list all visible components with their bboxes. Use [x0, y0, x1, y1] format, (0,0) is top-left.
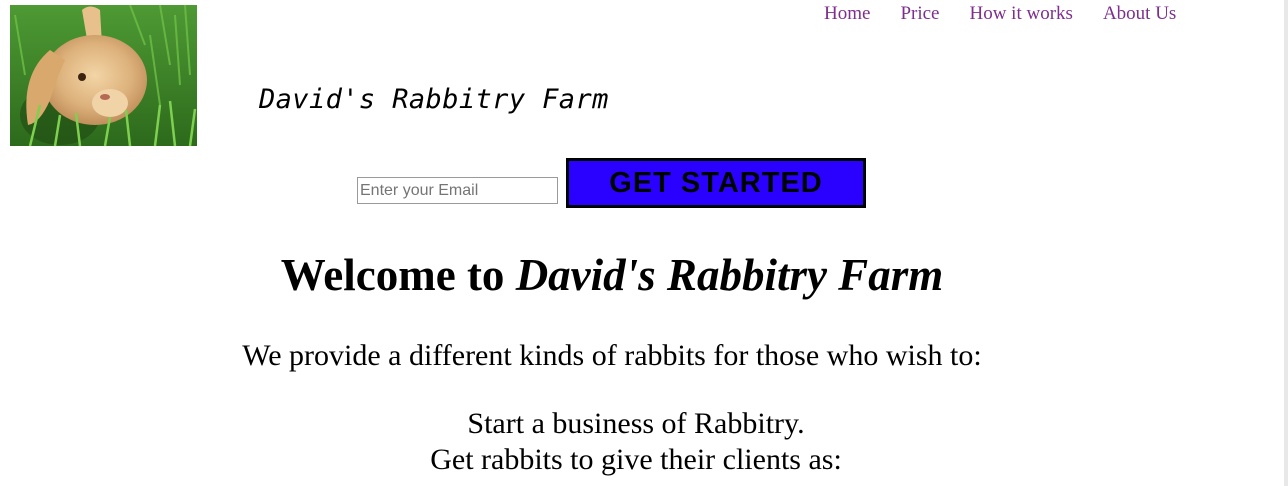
- site-title: David's Rabbitry Farm: [259, 84, 609, 115]
- email-input[interactable]: [357, 177, 558, 204]
- nav-link-how-it-works[interactable]: How it works: [969, 3, 1072, 25]
- intro-text: We provide a different kinds of rabbits …: [242, 339, 982, 372]
- vertical-scrollbar[interactable]: [1284, 0, 1288, 486]
- get-started-button[interactable]: GET STARTED: [566, 158, 866, 208]
- nav-link-about-us[interactable]: About Us: [1103, 3, 1176, 25]
- top-nav: Home Price How it works About Us: [824, 3, 1176, 25]
- nav-link-price[interactable]: Price: [900, 3, 939, 25]
- list-item: Get rabbits to give their clients as:: [430, 443, 842, 476]
- rabbit-logo-image: [10, 5, 197, 146]
- list-item: Start a business of Rabbitry.: [467, 407, 805, 440]
- nav-link-home[interactable]: Home: [824, 3, 870, 25]
- welcome-prefix: Welcome to: [280, 250, 516, 300]
- welcome-heading: Welcome to David's Rabbitry Farm: [0, 249, 1224, 301]
- offer-list: Start a business of Rabbitry. Get rabbit…: [0, 406, 1272, 478]
- welcome-farm-name: David's Rabbitry Farm: [515, 250, 944, 300]
